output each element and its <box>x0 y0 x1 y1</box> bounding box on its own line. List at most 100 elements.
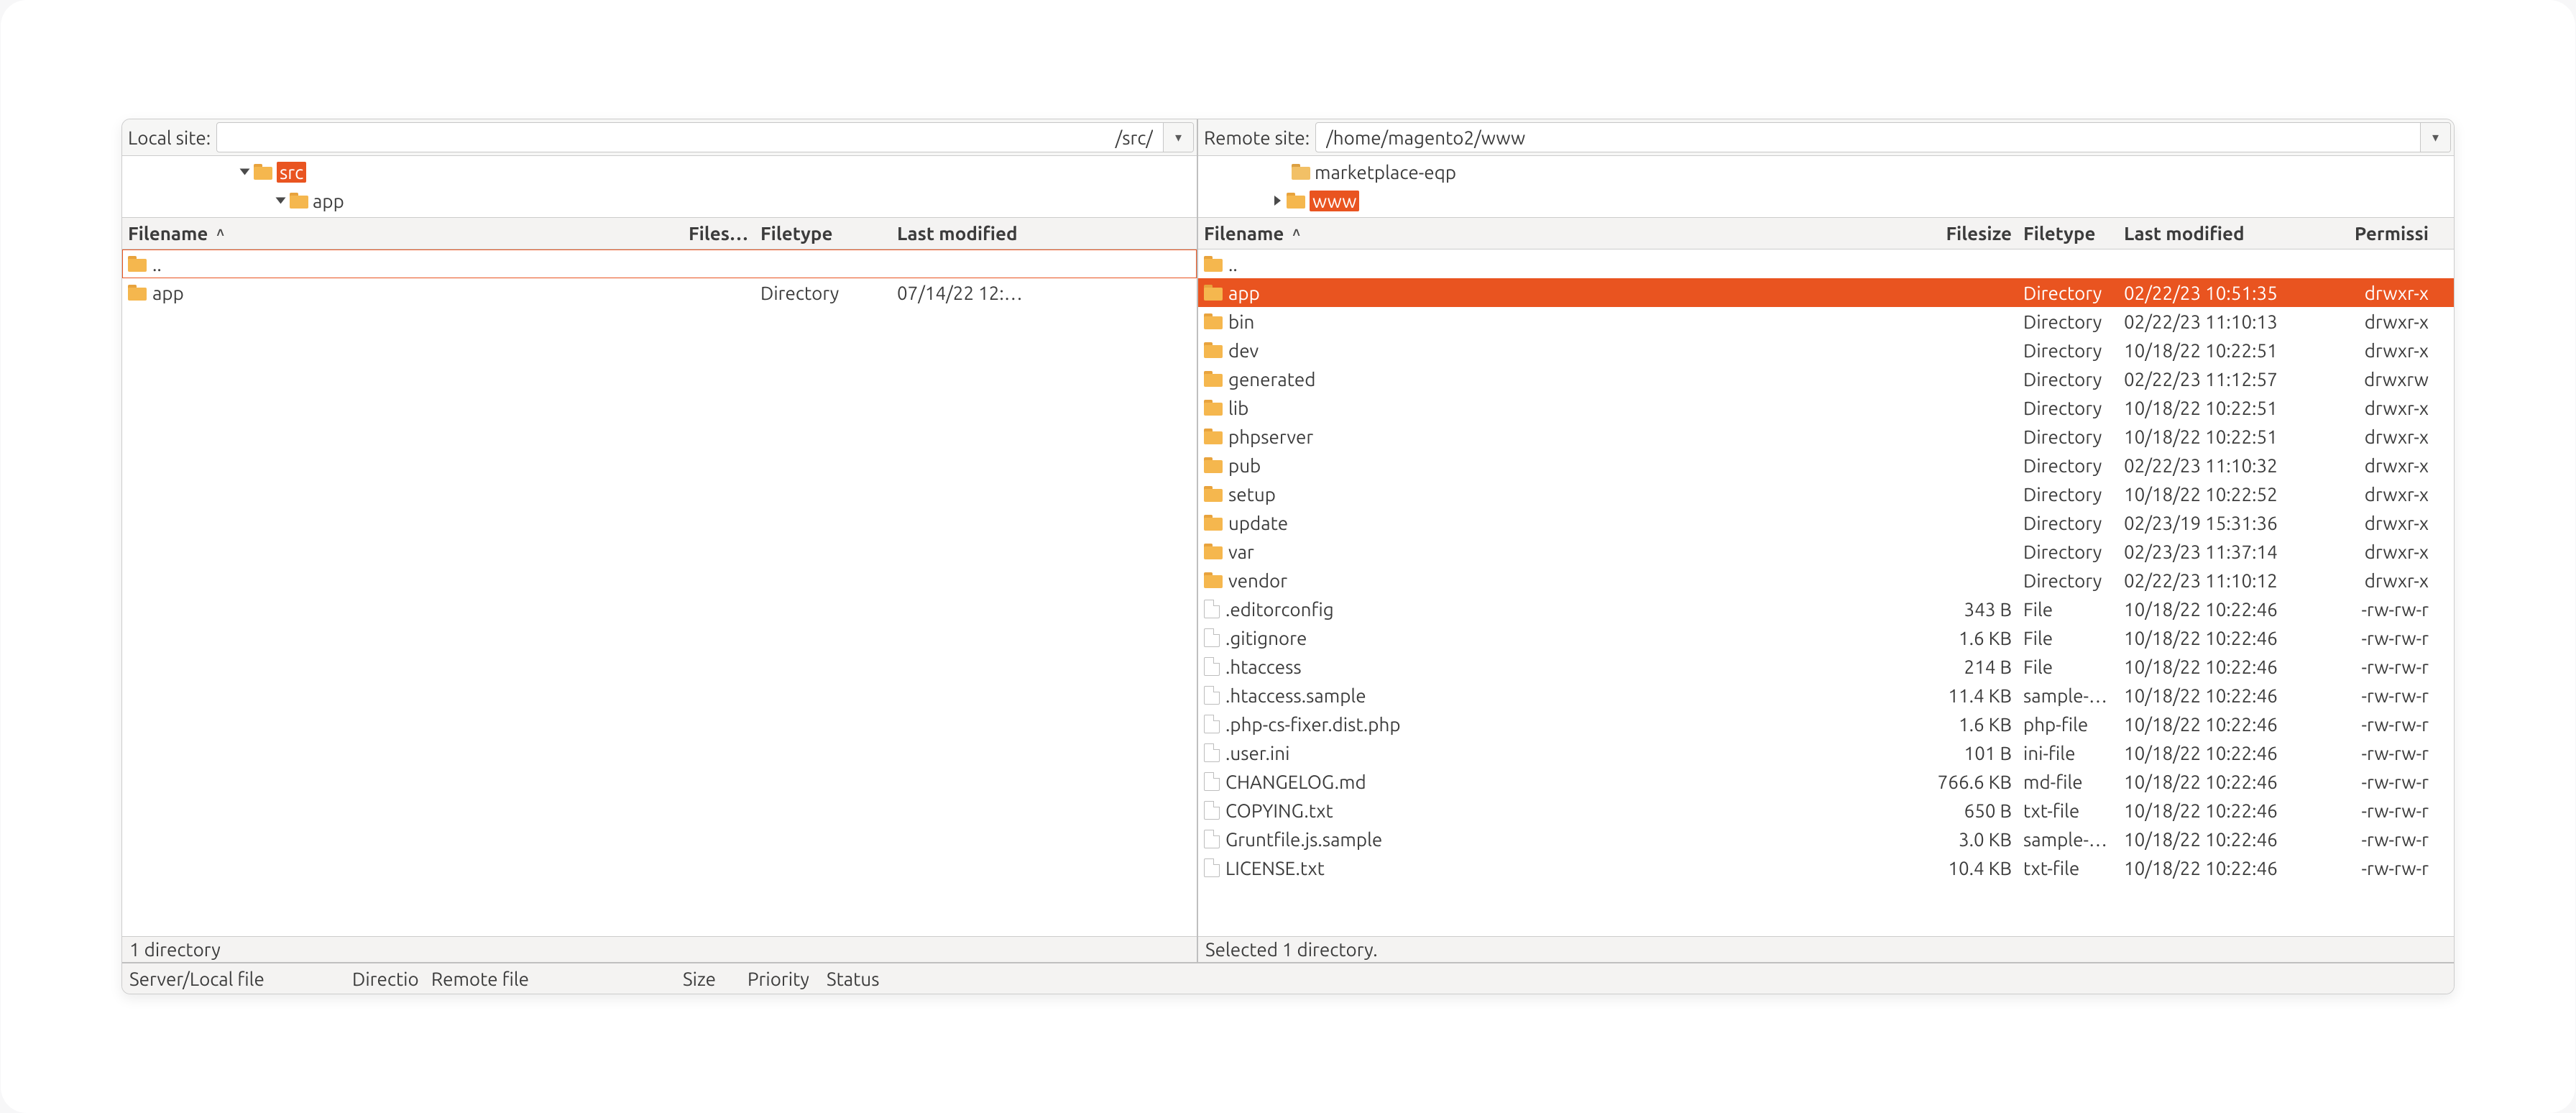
cell-mod: 10/18/22 10:22:46 <box>2118 829 2327 850</box>
list-item[interactable]: .php-cs-fixer.dist.php1.6 KBphp-file10/1… <box>1198 710 2454 738</box>
list-item[interactable]: .htaccess214 BFile10/18/22 10:22:46-rw-r… <box>1198 652 2454 681</box>
sort-ascending-icon: ˄ <box>1292 226 1300 241</box>
list-item[interactable]: .gitignore1.6 KBFile10/18/22 10:22:46-rw… <box>1198 623 2454 652</box>
cell-type: Directory <box>2018 311 2118 332</box>
qcol-serverlocal[interactable]: Server/Local file <box>122 968 345 989</box>
list-item[interactable]: .editorconfig343 BFile10/18/22 10:22:46-… <box>1198 595 2454 623</box>
col-filetype[interactable]: Filetype <box>755 223 891 244</box>
transfer-queue-header[interactable]: Server/Local file Directio Remote file S… <box>122 962 2454 994</box>
cell-type: txt-file <box>2018 858 2118 879</box>
remote-site-input[interactable] <box>1316 123 2420 152</box>
folder-icon <box>1204 342 1223 358</box>
list-item[interactable]: varDirectory02/23/23 11:37:14drwxr-x <box>1198 537 2454 566</box>
list-item[interactable]: phpserverDirectory10/18/22 10:22:51drwxr… <box>1198 422 2454 451</box>
list-item[interactable]: .. <box>1198 249 2454 278</box>
cell-mod: 02/23/23 11:37:14 <box>2118 541 2327 562</box>
remote-file-list[interactable]: .. appDirectory02/22/23 10:51:35drwxr-xbi… <box>1198 249 2454 936</box>
cell-perm: drwxr-x <box>2327 283 2434 303</box>
cell-size: 3.0 KB <box>1931 829 2018 850</box>
filename-label: .. <box>1228 254 1238 275</box>
filename-label: app <box>152 283 184 303</box>
list-item[interactable]: devDirectory10/18/22 10:22:51drwxr-x <box>1198 336 2454 365</box>
list-item[interactable]: LICENSE.txt10.4 KBtxt-file10/18/22 10:22… <box>1198 853 2454 882</box>
local-list-header[interactable]: Filename˄ Filesize Filetype Last modifie… <box>122 218 1197 249</box>
remote-list-header[interactable]: Filename ˄ Filesize Filetype Last modifie… <box>1198 218 2454 249</box>
list-item[interactable]: vendorDirectory02/22/23 11:10:12drwxr-x <box>1198 566 2454 595</box>
col-lastmod[interactable]: Last modified <box>2118 223 2327 244</box>
tree-item[interactable]: app <box>122 186 1197 215</box>
col-filename[interactable]: Filename <box>128 223 208 244</box>
list-item[interactable]: updateDirectory02/23/19 15:31:36drwxr-x <box>1198 508 2454 537</box>
collapse-icon[interactable] <box>240 169 250 175</box>
folder-icon <box>1204 256 1223 272</box>
cell-type: ini-file <box>2018 743 2118 764</box>
folder-icon <box>1292 164 1310 180</box>
remote-pane: Remote site: ▾ marketplace-eqpwww Filena… <box>1198 119 2454 962</box>
folder-icon <box>1204 486 1223 502</box>
cell-perm: -rw-rw-r <box>2327 599 2434 620</box>
list-item[interactable]: appDirectory07/14/22 12:2… <box>122 278 1197 307</box>
list-item[interactable]: pubDirectory02/22/23 11:10:32drwxr-x <box>1198 451 2454 480</box>
list-item[interactable]: generatedDirectory02/22/23 11:12:57drwxr… <box>1198 365 2454 393</box>
cell-mod: 10/18/22 10:22:46 <box>2118 685 2327 706</box>
col-filesize[interactable]: Filesize <box>1931 223 2018 244</box>
cell-mod: 10/18/22 10:22:52 <box>2118 484 2327 505</box>
list-item[interactable]: .htaccess.sample11.4 KBsample-f…10/18/22… <box>1198 681 2454 710</box>
remote-tree[interactable]: marketplace-eqp www <box>1198 156 2454 218</box>
tree-item[interactable]: src <box>122 157 1197 186</box>
cell-mod: 10/18/22 10:22:51 <box>2118 340 2327 361</box>
local-file-list[interactable]: ..appDirectory07/14/22 12:2… <box>122 249 1197 936</box>
list-item[interactable]: .. <box>122 249 1197 278</box>
filename-label: .htaccess.sample <box>1225 685 1366 706</box>
cell-mod: 10/18/22 10:22:46 <box>2118 771 2327 792</box>
local-tree[interactable]: src app <box>122 156 1197 218</box>
qcol-size[interactable]: Size <box>676 968 740 989</box>
tree-item-label: app <box>313 191 344 211</box>
cell-perm: -rw-rw-r <box>2327 858 2434 879</box>
list-item[interactable]: libDirectory10/18/22 10:22:51drwxr-x <box>1198 393 2454 422</box>
list-item[interactable]: appDirectory02/22/23 10:51:35drwxr-x <box>1198 278 2454 307</box>
list-item[interactable]: setupDirectory10/18/22 10:22:52drwxr-x <box>1198 480 2454 508</box>
folder-icon <box>1204 313 1223 329</box>
remote-site-combo[interactable]: ▾ <box>1315 122 2451 152</box>
list-item[interactable]: .user.ini101 Bini-file10/18/22 10:22:46-… <box>1198 738 2454 767</box>
qcol-direction[interactable]: Directio <box>345 968 424 989</box>
cell-perm: -rw-rw-r <box>2327 800 2434 821</box>
local-site-combo[interactable]: ▾ <box>216 122 1194 152</box>
list-item[interactable]: COPYING.txt650 Btxt-file10/18/22 10:22:4… <box>1198 796 2454 825</box>
cell-size: 101 B <box>1931 743 2018 764</box>
folder-icon <box>1204 400 1223 416</box>
col-filetype[interactable]: Filetype <box>2018 223 2118 244</box>
folder-icon <box>254 164 272 180</box>
tree-item[interactable]: marketplace-eqp <box>1198 157 2454 186</box>
file-icon <box>1204 600 1220 618</box>
list-item[interactable]: CHANGELOG.md766.6 KBmd-file10/18/22 10:2… <box>1198 767 2454 796</box>
filename-label: .htaccess <box>1225 656 1302 677</box>
local-site-input[interactable] <box>217 123 1163 152</box>
local-site-dropdown[interactable]: ▾ <box>1163 123 1193 152</box>
file-icon <box>1204 628 1220 647</box>
expand-icon[interactable] <box>1274 196 1281 206</box>
tree-item-label: www <box>1310 191 1359 211</box>
cell-size: 10.4 KB <box>1931 858 2018 879</box>
qcol-priority[interactable]: Priority <box>740 968 819 989</box>
col-lastmod[interactable]: Last modified <box>891 223 1035 244</box>
local-site-bar: Local site: ▾ <box>122 119 1197 156</box>
collapse-icon[interactable] <box>276 198 286 204</box>
tree-item[interactable]: www <box>1198 186 2454 215</box>
qcol-status[interactable]: Status <box>819 968 906 989</box>
col-permissions[interactable]: Permissi <box>2327 223 2434 244</box>
filename-label: var <box>1228 541 1254 562</box>
cell-type: File <box>2018 628 2118 649</box>
filename-label: .gitignore <box>1225 628 1307 649</box>
list-item[interactable]: binDirectory02/22/23 11:10:13drwxr-x <box>1198 307 2454 336</box>
local-site-label: Local site: <box>128 127 211 148</box>
cell-perm: -rw-rw-r <box>2327 628 2434 649</box>
col-filesize[interactable]: Filesize <box>683 223 755 244</box>
cell-type: Directory <box>2018 455 2118 476</box>
list-item[interactable]: Gruntfile.js.sample3.0 KBsample-f…10/18/… <box>1198 825 2454 853</box>
qcol-remotefile[interactable]: Remote file <box>424 968 676 989</box>
file-icon <box>1204 772 1220 791</box>
col-filename[interactable]: Filename <box>1204 223 1284 244</box>
remote-site-dropdown[interactable]: ▾ <box>2420 123 2450 152</box>
